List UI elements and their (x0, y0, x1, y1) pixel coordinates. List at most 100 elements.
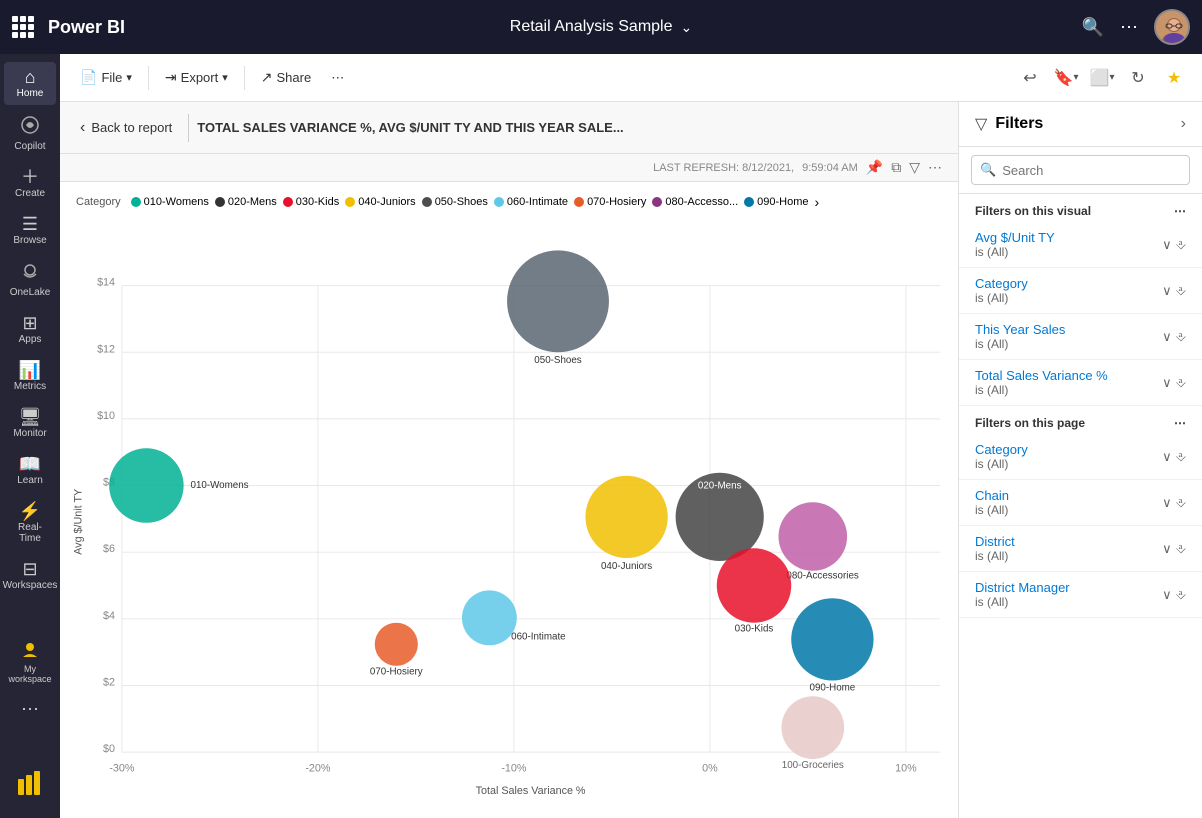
sidebar-item-copilot[interactable]: Copilot (4, 109, 56, 158)
filter-chevron-avg[interactable]: ∨ (1162, 237, 1172, 253)
back-to-report-button[interactable]: ‹ Back to report (72, 115, 180, 141)
apps-grid-icon[interactable] (12, 16, 34, 38)
sidebar-label-onelake: OneLake (10, 287, 51, 298)
sidebar-label-apps: Apps (19, 334, 42, 345)
sidebar-item-workspaces[interactable]: ⊟ Workspaces (4, 554, 56, 597)
sidebar-item-learn[interactable]: 📖 Learn (4, 449, 56, 492)
sidebar: ⌂ Home Copilot ＋ Create ☰ Browse OneLake (0, 54, 60, 818)
bubble-accessories[interactable] (779, 502, 848, 571)
topbar: Power BI Retail Analysis Sample ⌄ 🔍 ⋯ (0, 0, 1202, 54)
bubble-juniors[interactable] (585, 476, 667, 558)
bubble-home[interactable] (791, 598, 873, 680)
filter-clear-avg[interactable]: ⎀ (1176, 237, 1186, 253)
legend-more-icon[interactable]: › (815, 194, 820, 210)
filter-expand-button[interactable]: › (1181, 115, 1186, 133)
view-button[interactable]: ⬜▾ (1086, 62, 1118, 94)
filter-actions-chain: ∨ ⎀ (1162, 495, 1186, 511)
filter-search-input[interactable] (1002, 163, 1181, 178)
filter-chevron-dist[interactable]: ∨ (1162, 541, 1172, 557)
visual-filters-more-icon[interactable]: ⋯ (1174, 204, 1186, 218)
filter-chevron-tys[interactable]: ∨ (1162, 329, 1172, 345)
sidebar-item-browse[interactable]: ☰ Browse (4, 209, 56, 252)
sidebar-item-metrics[interactable]: 📊 Metrics (4, 355, 56, 398)
bubble-womens[interactable] (109, 448, 183, 522)
realtime-icon: ⚡ (19, 502, 41, 520)
sidebar-label-monitor: Monitor (13, 428, 46, 439)
toolbar: 📄 File ▾ ⇥ Export ▾ ↗ Share ⋯ ↩ 🔖▾ ⬜▾ (60, 54, 1202, 102)
title-chevron-icon[interactable]: ⌄ (681, 19, 693, 36)
filter-clear-catpage[interactable]: ⎀ (1176, 449, 1186, 465)
onelake-icon (20, 262, 40, 285)
svg-text:-20%: -20% (305, 763, 331, 775)
filter-name-tsv[interactable]: Total Sales Variance % (975, 368, 1162, 383)
learn-icon: 📖 (19, 455, 41, 473)
share-button[interactable]: ↗ Share (253, 65, 319, 90)
pin-icon-button[interactable]: 📌 (866, 159, 883, 176)
filter-chevron-chain[interactable]: ∨ (1162, 495, 1172, 511)
filter-chevron-catpage[interactable]: ∨ (1162, 449, 1172, 465)
svg-text:$14: $14 (97, 277, 115, 289)
bubble-groceries[interactable] (781, 696, 844, 759)
filter-search-area: 🔍 (959, 147, 1202, 194)
more-sidebar-icon: ⋯ (21, 700, 39, 718)
search-topbar-icon[interactable]: 🔍 (1082, 17, 1104, 38)
sidebar-item-monitor[interactable]: 🖥 Monitor (4, 402, 56, 445)
filter-name-dist[interactable]: District (975, 534, 1162, 549)
filter-clear-cat[interactable]: ⎀ (1176, 283, 1186, 299)
svg-text:-30%: -30% (109, 763, 135, 775)
sidebar-item-realtime[interactable]: ⚡ Real-Time (4, 496, 56, 550)
svg-text:-10%: -10% (501, 763, 527, 775)
sidebar-item-home[interactable]: ⌂ Home (4, 62, 56, 105)
filter-chevron-dm[interactable]: ∨ (1162, 587, 1172, 603)
bookmark-button[interactable]: 🔖▾ (1050, 62, 1082, 94)
refresh-button[interactable]: ↻ (1122, 62, 1154, 94)
filter-clear-tsv[interactable]: ⎀ (1176, 375, 1186, 391)
filter-item-left-dm: District Manager is (All) (975, 580, 1162, 609)
page-filters-label: Filters on this page (975, 416, 1085, 430)
user-avatar[interactable] (1154, 9, 1190, 45)
page-filters-more-icon[interactable]: ⋯ (1174, 416, 1186, 430)
filter-value-tsv: is (All) (975, 383, 1162, 397)
filter-chevron-cat[interactable]: ∨ (1162, 283, 1172, 299)
category-legend-label: Category (76, 196, 121, 208)
bubble-intimate[interactable] (462, 590, 517, 645)
sidebar-item-myworkspace[interactable]: My workspace (4, 633, 56, 690)
filter-icon-button[interactable]: ▽ (909, 159, 920, 176)
bubble-shoes[interactable] (507, 250, 609, 352)
refresh-time: 9:59:04 AM (802, 162, 858, 174)
file-button[interactable]: 📄 File ▾ (72, 65, 140, 90)
export-label: Export (181, 70, 219, 85)
bubble-kids[interactable] (717, 548, 791, 622)
filter-clear-dm[interactable]: ⎀ (1176, 587, 1186, 603)
apps-icon: ⊞ (22, 314, 37, 332)
sidebar-item-apps[interactable]: ⊞ Apps (4, 308, 56, 351)
visual-more-button[interactable]: ⋯ (928, 159, 942, 176)
filter-name-catpage[interactable]: Category (975, 442, 1162, 457)
filter-search-box: 🔍 (971, 155, 1190, 185)
svg-text:080-Accessories: 080-Accessories (786, 571, 859, 582)
bubble-hosiery[interactable] (375, 623, 418, 666)
favorite-button[interactable]: ★ (1158, 62, 1190, 94)
more-topbar-icon[interactable]: ⋯ (1120, 17, 1138, 38)
filter-name-chain[interactable]: Chain (975, 488, 1162, 503)
filter-name-category[interactable]: Category (975, 276, 1162, 291)
filter-clear-chain[interactable]: ⎀ (1176, 495, 1186, 511)
sidebar-label-workspaces: Workspaces (3, 580, 58, 591)
undo-button[interactable]: ↩ (1014, 62, 1046, 94)
sidebar-item-create[interactable]: ＋ Create (4, 162, 56, 205)
sidebar-item-more[interactable]: ⋯ (4, 694, 56, 724)
sidebar-item-onelake[interactable]: OneLake (4, 256, 56, 304)
filter-clear-dist[interactable]: ⎀ (1176, 541, 1186, 557)
visual-filters-section: Filters on this visual ⋯ (959, 194, 1202, 222)
toolbar-more-button[interactable]: ⋯ (323, 66, 352, 90)
sidebar-label-browse: Browse (13, 235, 46, 246)
filter-clear-tys[interactable]: ⎀ (1176, 329, 1186, 345)
export-button[interactable]: ⇥ Export ▾ (157, 65, 236, 90)
filter-name-dm[interactable]: District Manager (975, 580, 1162, 595)
copy-visual-button[interactable]: ⧉ (891, 159, 901, 176)
filter-actions-dm: ∨ ⎀ (1162, 587, 1186, 603)
filter-chevron-tsv[interactable]: ∨ (1162, 375, 1172, 391)
filter-name-tys[interactable]: This Year Sales (975, 322, 1162, 337)
filter-name-avg[interactable]: Avg $/Unit TY (975, 230, 1162, 245)
filter-search-icon: 🔍 (980, 162, 996, 178)
